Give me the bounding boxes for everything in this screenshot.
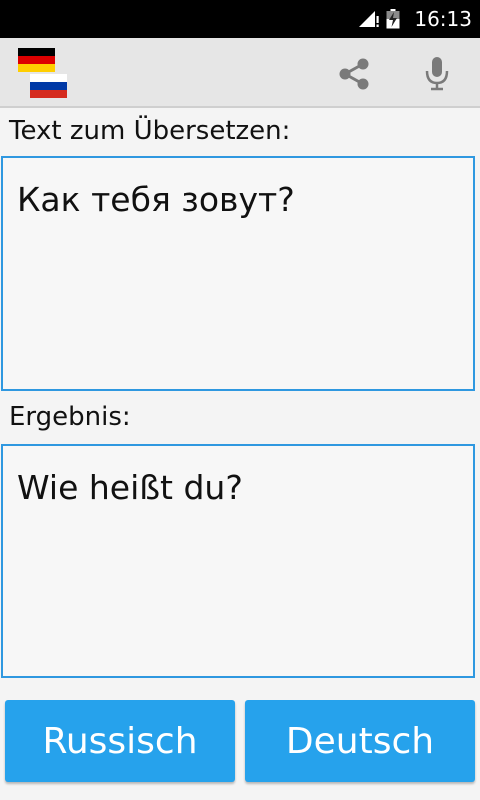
language-flags[interactable] [18, 48, 70, 100]
battery-charging-icon [386, 9, 400, 29]
app-toolbar [0, 38, 480, 108]
russian-flag-icon [30, 74, 67, 98]
share-button[interactable] [330, 50, 378, 98]
status-time: 16:13 [414, 7, 472, 31]
source-text-input[interactable]: Как тебя зовут? [1, 156, 475, 391]
source-language-button[interactable]: Russisch [5, 700, 235, 782]
status-bar: 16:13 [0, 0, 480, 38]
microphone-button[interactable] [413, 50, 461, 98]
target-language-button[interactable]: Deutsch [245, 700, 475, 782]
status-icons: 16:13 [358, 0, 472, 38]
result-label: Ergebnis: [9, 402, 131, 432]
microphone-icon [425, 57, 449, 91]
result-text-output[interactable]: Wie heißt du? [1, 444, 475, 678]
source-label: Text zum Übersetzen: [9, 116, 291, 146]
signal-icon [359, 11, 380, 27]
german-flag-icon [18, 48, 55, 72]
share-icon [339, 58, 369, 90]
